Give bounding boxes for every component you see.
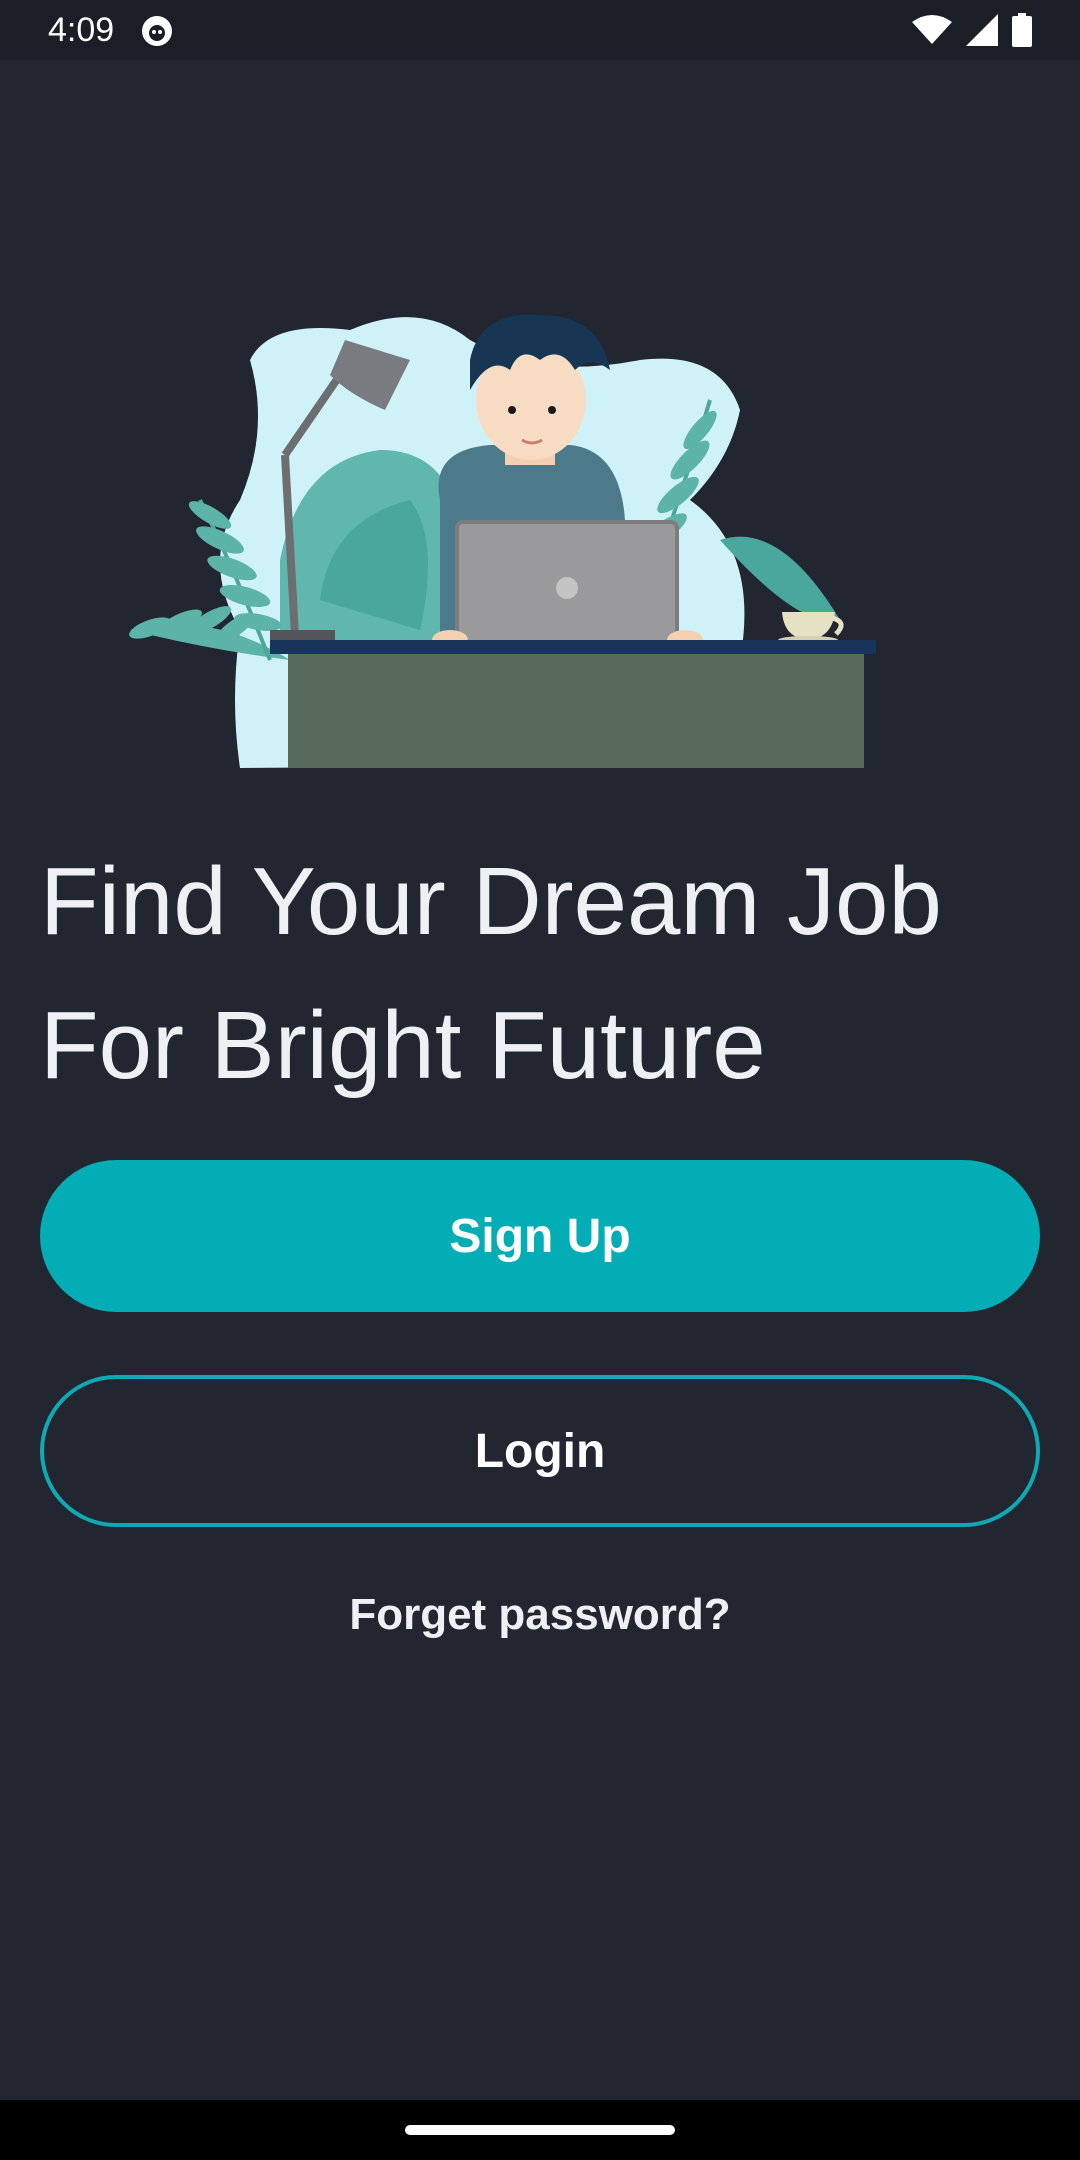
wifi-icon xyxy=(912,15,952,44)
hero-illustration xyxy=(129,314,876,768)
home-gesture-handle[interactable] xyxy=(405,2125,675,2135)
battery-icon xyxy=(1012,13,1032,47)
status-time: 4:09 xyxy=(48,11,115,49)
desk-body xyxy=(288,654,864,768)
navigation-bar xyxy=(0,2100,1080,2160)
sign-up-button[interactable]: Sign Up xyxy=(40,1160,1040,1312)
app-notification-icon xyxy=(142,16,172,46)
laptop xyxy=(432,520,703,650)
page-title: Find Your Dream Job For Bright Future xyxy=(40,830,1040,1118)
headline-line-1: Find Your Dream Job xyxy=(40,848,942,955)
signal-icon xyxy=(966,14,998,46)
status-icons xyxy=(912,12,1032,48)
headline-line-2: For Bright Future xyxy=(40,992,766,1099)
forgot-password-link[interactable]: Forget password? xyxy=(0,1590,1080,1640)
login-button[interactable]: Login xyxy=(40,1375,1040,1527)
status-bar: 4:09 xyxy=(0,0,1080,60)
desk-top xyxy=(270,640,876,654)
coffee-cup xyxy=(778,612,844,644)
